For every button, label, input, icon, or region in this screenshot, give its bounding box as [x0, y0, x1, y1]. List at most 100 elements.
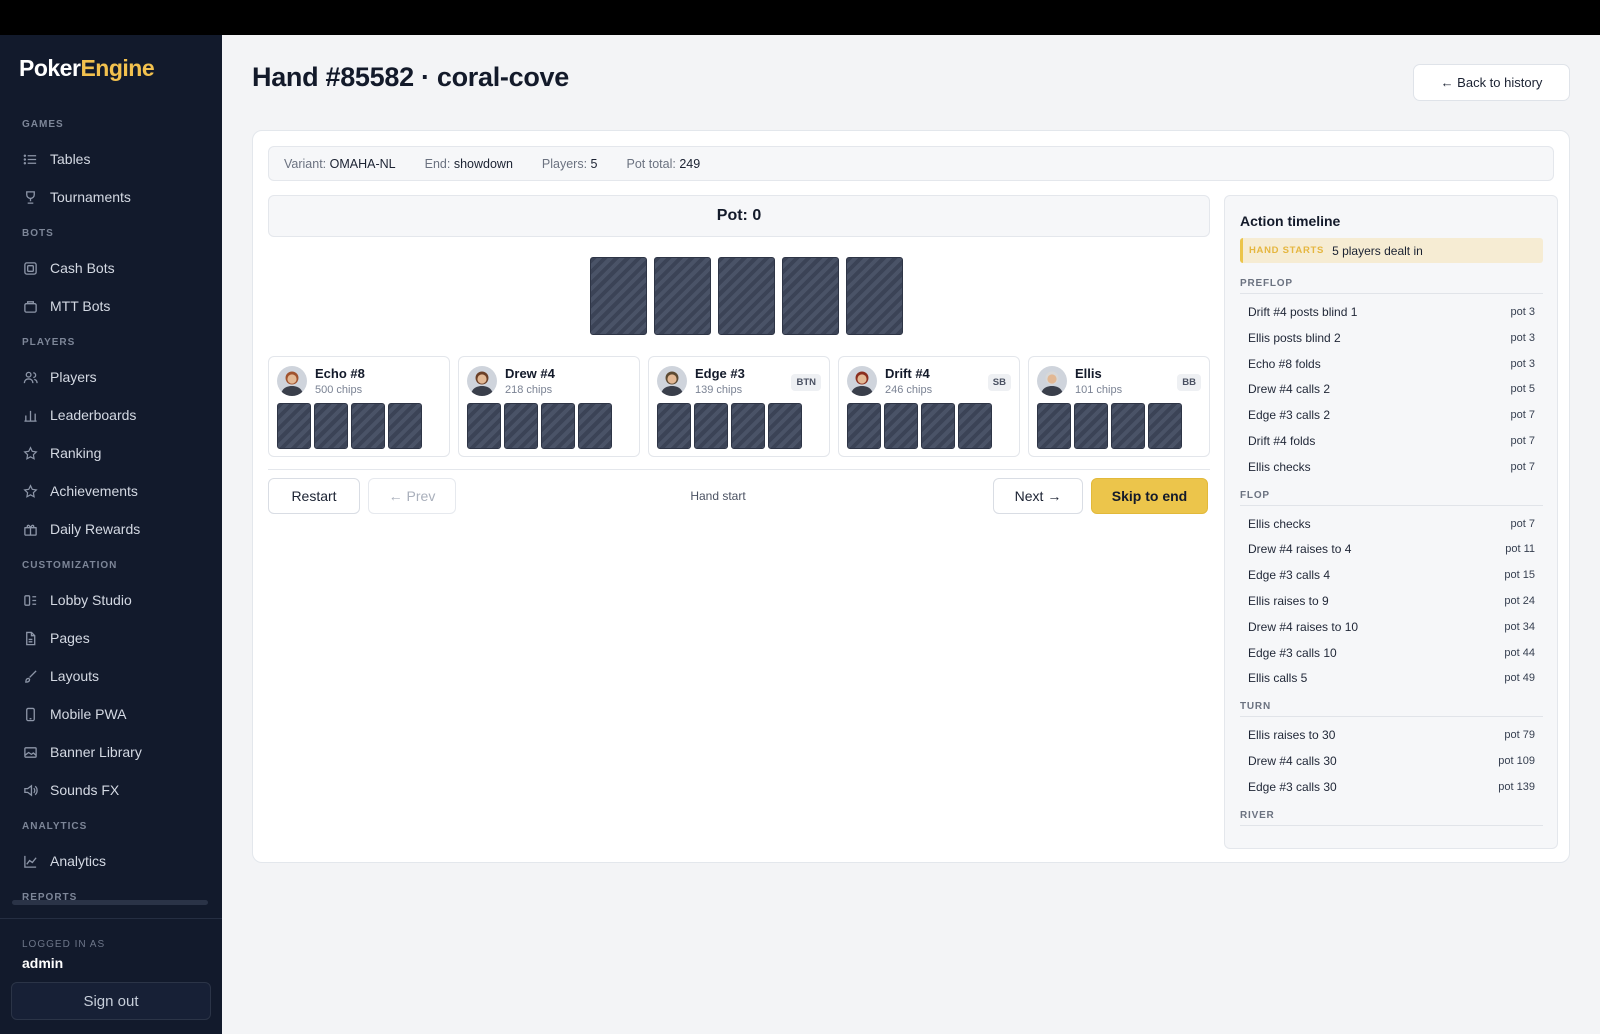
nav-section-label: REPORTS — [22, 892, 78, 903]
prev-button[interactable]: ← Prev — [368, 478, 456, 514]
board-card-facedown — [590, 257, 647, 335]
player-name: Drift #4 — [885, 366, 930, 381]
sidebar-item-pages[interactable]: Pages — [0, 619, 222, 657]
avatar — [1037, 366, 1067, 396]
sidebar-item-label: Pages — [50, 630, 90, 646]
restart-button[interactable]: Restart — [268, 478, 360, 514]
sidebar-item-label: Banner Library — [50, 744, 142, 760]
sidebar-item-leaderboards[interactable]: Leaderboards — [0, 396, 222, 434]
timeline-action-row[interactable]: Drift #4 posts blind 1 pot 3 — [1240, 299, 1543, 325]
hole-card-facedown — [504, 403, 538, 449]
timeline-action-row[interactable]: Edge #3 calls 2 pot 7 — [1240, 402, 1543, 428]
player-seat: Drew #4 218 chips — [458, 356, 640, 457]
hole-card-facedown — [467, 403, 501, 449]
action-text: Echo #8 folds — [1248, 356, 1321, 371]
nav-section-label: PLAYERS — [22, 337, 76, 348]
next-button[interactable]: Next → — [993, 478, 1083, 514]
timeline-action-row[interactable]: Ellis checks pot 7 — [1240, 454, 1543, 480]
sidebar-item-mtt-bots[interactable]: MTT Bots — [0, 287, 222, 325]
meta-players: Players: 5 — [541, 156, 598, 171]
app-logo[interactable]: PokerEngine — [19, 55, 155, 82]
sidebar-item-achievements[interactable]: Achievements — [0, 472, 222, 510]
hole-card-facedown — [847, 403, 881, 449]
sidebar: PokerEngine GAMES Tables Tournaments BOTS Ca… — [0, 35, 222, 1034]
sidebar-item-ranking[interactable]: Ranking — [0, 434, 222, 472]
avatar-portrait — [847, 366, 877, 396]
sidebar-item-label: Cash Bots — [50, 260, 115, 276]
hole-card-facedown — [1074, 403, 1108, 449]
board-card-facedown — [846, 257, 903, 335]
sidebar-item-tournaments[interactable]: Tournaments — [0, 178, 222, 216]
timeline-street-river: RIVER — [1240, 810, 1543, 826]
hole-card-facedown — [351, 403, 385, 449]
skip-to-end-button[interactable]: Skip to end — [1091, 478, 1208, 514]
action-pot: pot 5 — [1510, 383, 1535, 396]
hole-card-facedown — [1148, 403, 1182, 449]
sidebar-item-label: Tables — [50, 151, 91, 167]
image-icon — [22, 744, 38, 760]
timeline-action-row[interactable]: Ellis checks pot 7 — [1240, 511, 1543, 537]
star-icon — [22, 483, 38, 499]
sidebar-item-lobby-studio[interactable]: Lobby Studio — [0, 581, 222, 619]
sidebar-item-layouts[interactable]: Layouts — [0, 657, 222, 695]
action-text: Edge #3 calls 30 — [1248, 779, 1337, 794]
timeline-action-row[interactable]: Drew #4 calls 2 pot 5 — [1240, 376, 1543, 402]
player-seat: Edge #3 139 chips BTN — [648, 356, 830, 457]
sidebar-scroll-indicator[interactable] — [12, 900, 208, 905]
timeline-action-row[interactable]: Edge #3 calls 10 pot 44 — [1240, 640, 1543, 666]
avatar-portrait — [657, 366, 687, 396]
sidebar-item-players[interactable]: Players — [0, 358, 222, 396]
sidebar-item-label: Layouts — [50, 668, 100, 684]
timeline-action-row[interactable]: Drew #4 raises to 10 pot 34 — [1240, 614, 1543, 640]
action-text: Ellis checks — [1248, 459, 1311, 474]
step-label: Hand start — [690, 489, 746, 503]
file-icon — [22, 630, 38, 646]
timeline-action-row[interactable]: Ellis calls 5 pot 49 — [1240, 665, 1543, 691]
timeline-action-row[interactable]: Edge #3 calls 30 pot 139 — [1240, 774, 1543, 800]
sidebar-item-label: Players — [50, 369, 97, 385]
logged-in-label: LOGGED IN AS — [22, 939, 106, 950]
sidebar-item-label: Analytics — [50, 853, 107, 869]
sidebar-item-label: Sounds FX — [50, 782, 120, 798]
meta-pot-total: Pot total: 249 — [626, 156, 701, 171]
timeline-action-row[interactable]: Ellis raises to 30 pot 79 — [1240, 722, 1543, 748]
timeline-action-row[interactable]: Edge #3 calls 4 pot 15 — [1240, 562, 1543, 588]
sidebar-item-banner-library[interactable]: Banner Library — [0, 733, 222, 771]
action-pot: pot 3 — [1510, 357, 1535, 370]
action-pot: pot 7 — [1510, 435, 1535, 447]
timeline-action-row[interactable]: Ellis raises to 9 pot 24 — [1240, 588, 1543, 614]
position-badge: SB — [987, 374, 1011, 391]
meta-end: End: showdown — [424, 156, 513, 171]
phone-icon — [22, 706, 38, 722]
player-chips: 101 chips — [1075, 384, 1123, 396]
star-icon — [22, 445, 38, 461]
list-icon — [22, 151, 38, 167]
sidebar-item-daily-rewards[interactable]: Daily Rewards — [0, 510, 222, 548]
hand-start-tag: HAND STARTS — [1249, 245, 1325, 256]
player-name: Drew #4 — [505, 366, 555, 381]
timeline-action-row[interactable]: Drew #4 raises to 4 pot 11 — [1240, 536, 1543, 562]
avatar-portrait — [1037, 366, 1067, 396]
timeline-action-row[interactable]: Echo #8 folds pot 3 — [1240, 351, 1543, 377]
timeline-action-row[interactable]: Ellis posts blind 2 pot 3 — [1240, 325, 1543, 351]
board-card-facedown — [782, 257, 839, 335]
timeline-street-preflop: PREFLOP — [1240, 278, 1543, 294]
sidebar-item-label: MTT Bots — [50, 298, 111, 314]
page-title: Hand #85582 · coral-cove — [252, 62, 569, 92]
player-seat: Echo #8 500 chips — [268, 356, 450, 457]
back-to-history-button[interactable]: ← Back to history — [1413, 64, 1570, 101]
sign-out-button[interactable]: Sign out — [11, 982, 211, 1020]
avatar — [847, 366, 877, 396]
timeline-action-row[interactable]: Drew #4 calls 30 pot 109 — [1240, 748, 1543, 774]
sidebar-item-tables[interactable]: Tables — [0, 140, 222, 178]
sidebar-item-cash-bots[interactable]: Cash Bots — [0, 249, 222, 287]
sidebar-item-analytics[interactable]: Analytics — [0, 842, 222, 880]
pot-display: Pot: 0 — [268, 195, 1210, 237]
trophy-icon — [22, 189, 38, 205]
sidebar-item-sounds-fx[interactable]: Sounds FX — [0, 771, 222, 809]
sidebar-item-mobile-pwa[interactable]: Mobile PWA — [0, 695, 222, 733]
hand-meta-bar: Variant: OMAHA-NL End: showdown Players:… — [268, 146, 1554, 181]
action-pot: pot 3 — [1510, 331, 1535, 344]
avatar-portrait — [277, 366, 307, 396]
timeline-action-row[interactable]: Drift #4 folds pot 7 — [1240, 428, 1543, 454]
